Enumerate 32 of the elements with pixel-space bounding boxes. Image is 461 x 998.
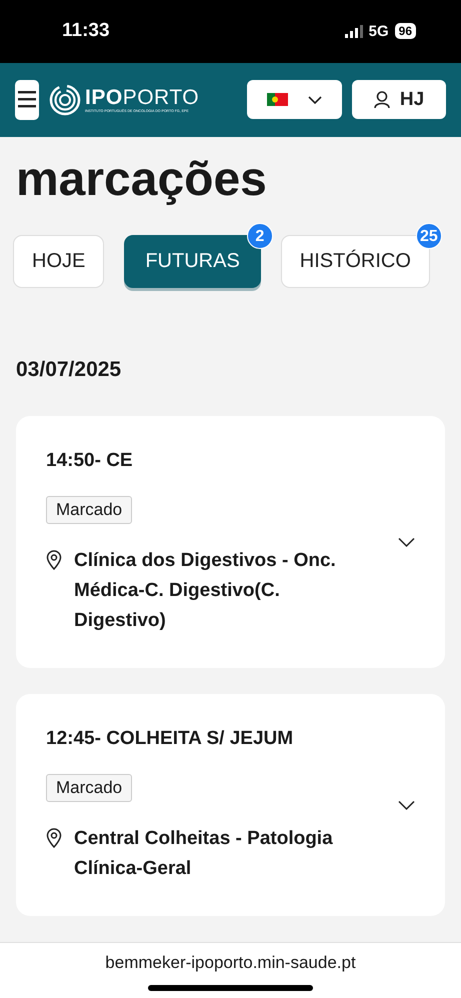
home-indicator[interactable] — [148, 984, 313, 991]
chevron-down-icon — [308, 96, 322, 104]
count-badge: 2 — [246, 222, 273, 249]
date-heading: 03/07/2025 — [16, 358, 122, 382]
url-text[interactable]: bemmeker-ipoporto.min-saude.pt — [105, 952, 356, 973]
tab[interactable]: HOJE — [13, 234, 104, 288]
appointment-card[interactable]: 14:50- CE Marcado Clínica dos Digestivos - Onc. Médica-C. Digestivo(C. Digestivo) — [16, 416, 445, 668]
flag-icon — [267, 93, 288, 106]
count-badge: 25 — [416, 222, 442, 249]
user-icon — [374, 90, 390, 109]
location-pin-icon — [46, 550, 62, 570]
status-tag: Marcado — [46, 774, 132, 802]
status-time: 11:33 — [62, 20, 110, 42]
logo-icon — [49, 84, 81, 116]
menu-button[interactable] — [15, 80, 39, 120]
signal-icon — [344, 24, 363, 38]
logo-wordmark: IPOPORTO — [85, 86, 200, 109]
status-tag: Marcado — [46, 496, 132, 524]
user-button[interactable]: HJ — [352, 80, 446, 120]
chevron-down-icon[interactable] — [398, 537, 415, 548]
network-label: 5G — [368, 22, 389, 40]
location-pin-icon — [46, 828, 62, 848]
menu-icon — [18, 91, 36, 108]
language-selector[interactable] — [247, 80, 342, 120]
battery-level: 96 — [394, 23, 416, 40]
appointment-title: 12:45- COLHEITA S/ JEJUM — [46, 728, 294, 750]
appointment-title: 14:50- CE — [46, 450, 134, 472]
chevron-down-icon[interactable] — [398, 800, 415, 812]
page-title: marcações — [16, 152, 268, 208]
location-text: Clínica dos Digestivos - Onc. Médica-C. Digestivo(C. Digestivo) — [74, 548, 336, 633]
appointment-card[interactable]: 12:45- COLHEITA S/ JEJUM Marcado Central Colheitas - Patologia Clínica-Geral — [16, 694, 445, 916]
location-text: Central Colheitas - Patologia Clínica-Geral — [74, 826, 334, 881]
